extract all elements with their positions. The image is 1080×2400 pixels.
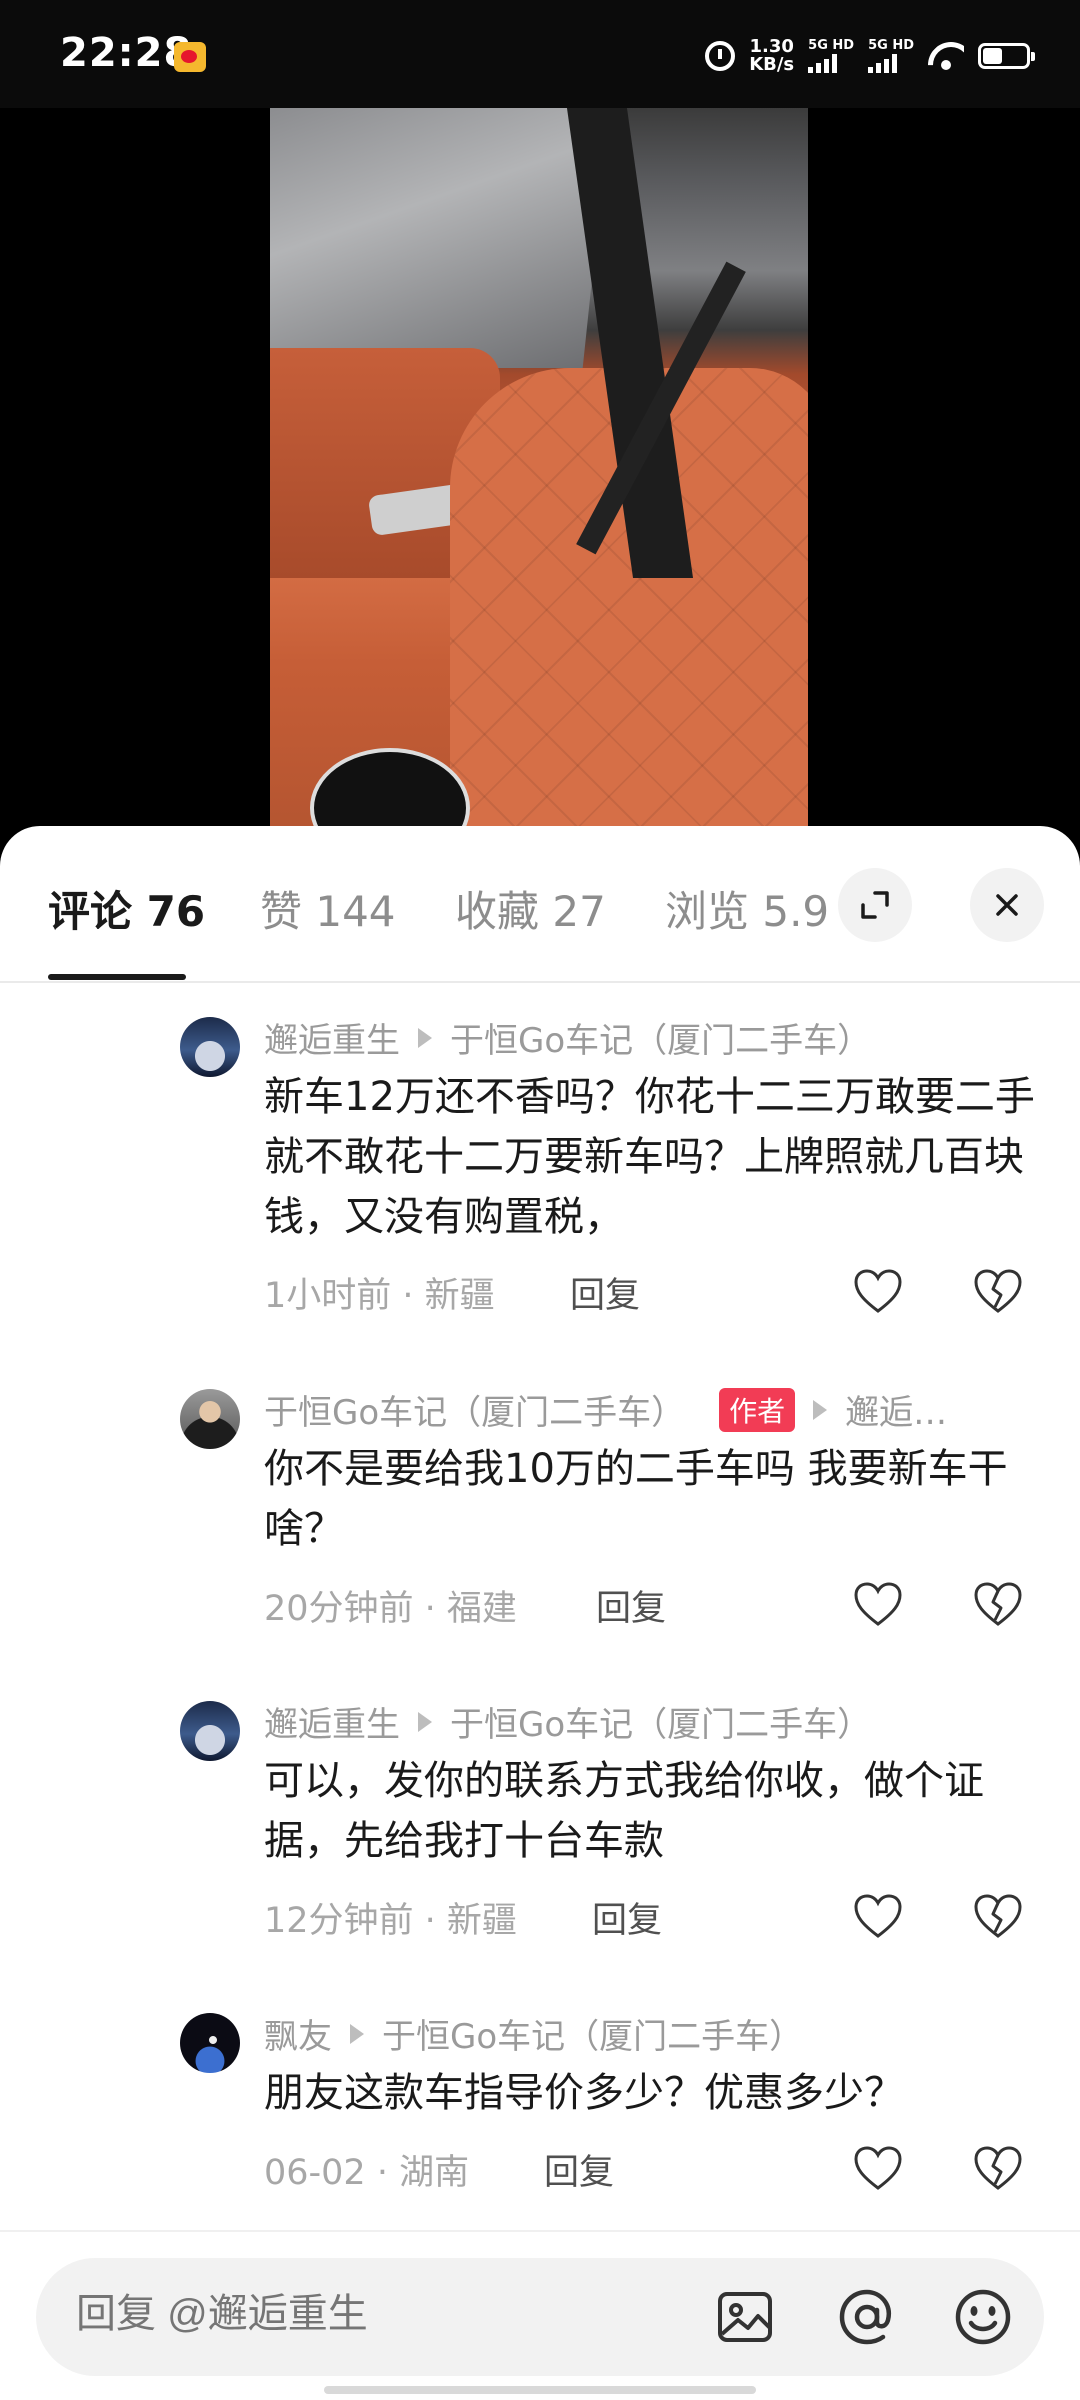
tab-comments[interactable]: 评论 76	[48, 878, 205, 939]
alarm-icon	[705, 41, 736, 71]
comment-author[interactable]: 邂逅重生	[264, 1697, 400, 1746]
comment-reply-button[interactable]: 回复	[544, 2144, 614, 2195]
heart-icon[interactable]	[852, 1892, 904, 1940]
status-time: 22:28	[60, 30, 193, 76]
comment-author[interactable]: 邂逅重生	[264, 1013, 400, 1062]
heart-icon[interactable]	[852, 1267, 904, 1315]
sim2-signal: 5G HD	[868, 39, 914, 73]
comment-author[interactable]: 于恒Go车记（厦门二手车）	[264, 1385, 685, 1434]
emoji-icon[interactable]	[952, 2286, 1014, 2348]
status-bar: 22:28 1.30 KB/s 5G HD 5G HD	[0, 0, 1080, 108]
wifi-icon	[928, 42, 964, 70]
reply-arrow-icon	[350, 2023, 364, 2044]
network-speed-unit: KB/s	[749, 54, 795, 75]
at-icon[interactable]	[836, 2286, 898, 2348]
expand-icon	[861, 891, 889, 919]
comment-reply-to[interactable]: 邂逅…	[845, 1385, 947, 1434]
avatar[interactable]	[180, 1389, 240, 1449]
reply-arrow-icon	[418, 1027, 432, 1048]
comment-time-location: 06-02 · 湖南	[264, 2153, 470, 2193]
broken-heart-icon[interactable]	[972, 1892, 1024, 1940]
avatar[interactable]	[180, 1017, 240, 1077]
comment-text[interactable]: 新车12万还不香吗？你花十二三万敢要二手就不敢花十二万要新车吗？上牌照就几百块钱…	[264, 1067, 1044, 1247]
image-icon[interactable]	[714, 2286, 776, 2348]
status-icons: 1.30 KB/s 5G HD 5G HD	[705, 34, 1035, 78]
comment-text[interactable]: 你不是要给我10万的二手车吗 我要新车干啥？	[264, 1439, 1044, 1559]
close-icon	[996, 894, 1018, 916]
expand-button[interactable]	[838, 868, 912, 942]
tab-likes[interactable]: 赞 144	[260, 878, 396, 939]
video-frame-car-interior[interactable]	[270, 108, 808, 848]
reply-input[interactable]	[76, 2292, 676, 2337]
sim2-label: 5G HD	[868, 38, 914, 53]
broken-heart-icon[interactable]	[972, 1580, 1024, 1628]
avatar[interactable]	[180, 2013, 240, 2073]
comment-panel: 评论 76 赞 144 收藏 27 浏览 5.9 邂逅重生 于恒Go车记（厦门二…	[0, 826, 1080, 2400]
network-speed: 1.30 KB/s	[749, 38, 794, 74]
broken-heart-icon[interactable]	[972, 1267, 1024, 1315]
comment-list: 邂逅重生 于恒Go车记（厦门二手车） 新车12万还不香吗？你花十二三万敢要二手就…	[0, 983, 1080, 2230]
sim1-label: 5G HD	[808, 38, 855, 53]
heart-icon[interactable]	[852, 1580, 904, 1628]
heart-icon[interactable]	[852, 2144, 904, 2192]
author-badge: 作者	[719, 1387, 796, 1432]
comment-time-location: 12分钟前 · 新疆	[264, 1901, 517, 1941]
avatar[interactable]	[180, 1701, 240, 1761]
battery-icon	[978, 43, 1035, 69]
comment-time-location: 1小时前 · 新疆	[264, 1276, 495, 1316]
close-button[interactable]	[970, 868, 1044, 942]
reply-bar	[0, 2230, 1080, 2400]
reply-box[interactable]	[36, 2258, 1044, 2376]
video-player[interactable]	[0, 108, 1080, 848]
active-tab-indicator	[48, 974, 186, 980]
comment-author[interactable]: 飘友	[264, 2009, 332, 2058]
comment-header: 邂逅重生 于恒Go车记（厦门二手车）	[264, 1013, 871, 1062]
video-car-window	[270, 108, 610, 368]
reply-arrow-icon	[418, 1711, 432, 1732]
comment-reply-to[interactable]: 于恒Go车记（厦门二手车）	[450, 1013, 871, 1062]
sim1-signal: 5G HD	[808, 39, 854, 73]
comment-reply-to[interactable]: 于恒Go车记（厦门二手车）	[450, 1697, 871, 1746]
comment-reply-to[interactable]: 于恒Go车记（厦门二手车）	[382, 2009, 803, 2058]
home-indicator[interactable]	[324, 2386, 756, 2394]
comment-header: 邂逅重生 于恒Go车记（厦门二手车）	[264, 1697, 871, 1746]
tab-favorites[interactable]: 收藏 27	[455, 878, 606, 939]
comment-header: 飘友 于恒Go车记（厦门二手车）	[264, 2009, 803, 2058]
signal-bars-icon	[808, 53, 838, 73]
reply-arrow-icon	[813, 1399, 828, 1420]
comment-header: 于恒Go车记（厦门二手车） 作者 邂逅…	[264, 1385, 947, 1434]
weibo-notification-icon	[174, 42, 206, 72]
comment-reply-button[interactable]: 回复	[592, 1892, 662, 1943]
comment-text[interactable]: 朋友这款车指导价多少？优惠多少？	[264, 2063, 1044, 2123]
comment-time-location: 20分钟前 · 福建	[264, 1589, 517, 1629]
panel-tabs: 评论 76 赞 144 收藏 27 浏览 5.9	[0, 826, 1080, 983]
comment-reply-button[interactable]: 回复	[596, 1580, 666, 1631]
broken-heart-icon[interactable]	[972, 2144, 1024, 2192]
tab-views[interactable]: 浏览 5.9	[665, 878, 829, 939]
signal-bars-icon	[868, 53, 898, 73]
comment-text[interactable]: 可以，发你的联系方式我给你收，做个证据，先给我打十台车款	[264, 1751, 1044, 1871]
comment-reply-button[interactable]: 回复	[570, 1267, 640, 1318]
